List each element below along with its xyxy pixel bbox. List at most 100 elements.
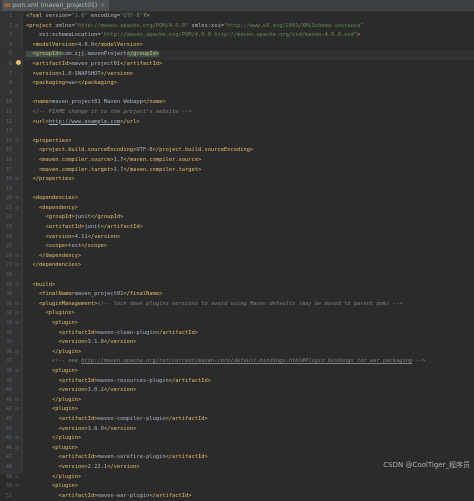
tab-pom-xml[interactable]: mpom.xml (maven_project01)× — [2, 0, 109, 11]
code-line[interactable]: 40 <version>3.0.2</version> — [0, 386, 474, 396]
watermark: CSDN @CoolTiger_程序员 — [383, 460, 470, 470]
code-token: </properties> — [26, 176, 75, 182]
code-text: <version>4.11</version> — [26, 233, 120, 243]
fold-marker-icon[interactable]: ⊟ — [14, 194, 20, 204]
line-number: 26 — [0, 252, 12, 262]
code-text: <maven.compiler.source>1.7</maven.compil… — [26, 156, 201, 166]
code-editor[interactable]: 1<?xml version="1.0" encoding="UTF-8"?>2… — [0, 12, 474, 501]
code-line[interactable]: 2⊟<project xmlns="http://maven.apache.or… — [0, 22, 474, 32]
code-line[interactable]: 1<?xml version="1.0" encoding="UTF-8"?> — [0, 12, 474, 22]
code-line[interactable]: 15 <project.build.sourceEncoding>UTF-8</… — [0, 146, 474, 156]
fold-marker-icon[interactable]: ⊟ — [14, 348, 20, 358]
fold-marker-icon[interactable]: ⊟ — [14, 204, 20, 214]
code-token: maven-war-plugin — [97, 493, 149, 499]
code-line[interactable]: 45⊟ </plugin> — [0, 434, 474, 444]
fold-marker-icon[interactable]: ⊟ — [14, 367, 20, 377]
code-token: 4.0.0 — [78, 42, 94, 48]
code-token: </plugin> — [26, 349, 81, 355]
code-token: <artifactId> — [26, 454, 97, 460]
code-line[interactable]: 33⊟ <plugin> — [0, 319, 474, 329]
code-line[interactable]: 25 <scope>test</scope> — [0, 242, 474, 252]
fold-marker-icon[interactable]: ⊟ — [14, 396, 20, 406]
fold-marker-icon[interactable]: ⊟ — [14, 261, 20, 271]
code-line[interactable]: 30 <finalName>maven_project01</finalName… — [0, 290, 474, 300]
fold-marker-icon[interactable]: ⊟ — [14, 175, 20, 185]
code-line[interactable]: 14⊟ <properties> — [0, 137, 474, 147]
code-line[interactable]: 6 <artifactId>maven_project01</artifactI… — [0, 60, 474, 70]
code-token: <artifactId> — [26, 224, 84, 230]
fold-marker-icon[interactable]: ⊟ — [14, 22, 20, 32]
code-line[interactable]: 34 <artifactId>maven-clean-plugin</artif… — [0, 329, 474, 339]
code-line[interactable]: 39 <artifactId>maven-resources-plugin</a… — [0, 377, 474, 387]
line-number: 10 — [0, 98, 12, 108]
maven-file-icon: m — [4, 2, 10, 9]
code-line[interactable]: 32⊟ <plugins> — [0, 309, 474, 319]
code-line[interactable]: 37 <!-- see http://maven.apache.org/ref/… — [0, 357, 474, 367]
code-text: <scope>test</scope> — [26, 242, 107, 252]
code-line[interactable]: 31⊟ <pluginManagement><!-- lock down plu… — [0, 300, 474, 310]
code-token: <plugins> — [26, 310, 75, 316]
code-token: > — [357, 32, 360, 38]
fold-marker-icon[interactable]: ⊟ — [14, 482, 20, 492]
code-line[interactable]: 8 <packaging>war</packaging> — [0, 79, 474, 89]
code-line[interactable]: 22 <groupId>junit</groupId> — [0, 213, 474, 223]
code-line[interactable]: 13 — [0, 127, 474, 137]
code-token: </project.build.sourceEncoding> — [153, 147, 254, 153]
code-token: </maven.compiler.source> — [123, 157, 201, 163]
code-line[interactable]: 12 <url>http://www.example.com</url> — [0, 118, 474, 128]
code-line[interactable]: 51 <artifactId>maven-war-plugin</artifac… — [0, 492, 474, 501]
code-line[interactable]: 9 — [0, 89, 474, 99]
fold-marker-icon[interactable]: ⊟ — [14, 281, 20, 291]
line-number: 41 — [0, 396, 12, 406]
code-line[interactable]: 24 <version>4.11</version> — [0, 233, 474, 243]
code-token: <plugin> — [26, 320, 78, 326]
code-line[interactable]: 35 <version>3.1.0</version> — [0, 338, 474, 348]
code-token: maven-clean-plugin — [97, 330, 155, 336]
code-token: <groupId> — [26, 214, 75, 220]
code-line[interactable]: 18⊟ </properties> — [0, 175, 474, 185]
code-line[interactable]: 41⊟ </plugin> — [0, 396, 474, 406]
code-token: UTF-8 — [136, 147, 152, 153]
code-line[interactable]: 50⊟ <plugin> — [0, 482, 474, 492]
code-text: <properties> — [26, 137, 71, 147]
code-line[interactable]: 28 — [0, 271, 474, 281]
code-line[interactable]: 26⊟ </dependency> — [0, 252, 474, 262]
code-line[interactable]: 16 <maven.compiler.source>1.7</maven.com… — [0, 156, 474, 166]
fold-marker-icon[interactable]: ⊟ — [14, 252, 20, 262]
code-line[interactable]: 7 <version>1.0-SNAPSHOT</version> — [0, 70, 474, 80]
code-line[interactable]: 36⊟ </plugin> — [0, 348, 474, 358]
code-text: <project.build.sourceEncoding>UTF-8</pro… — [26, 146, 253, 156]
code-line[interactable]: 23 <artifactId>junit</artifactId> — [0, 223, 474, 233]
code-line[interactable]: 43 <artifactId>maven-compiler-plugin</ar… — [0, 415, 474, 425]
code-line[interactable]: 20⊟ <dependencies> — [0, 194, 474, 204]
code-token: </version> — [107, 464, 139, 470]
close-icon[interactable]: × — [100, 2, 105, 9]
code-line[interactable]: 17 <maven.compiler.target>1.7</maven.com… — [0, 166, 474, 176]
fold-marker-icon[interactable]: ⊟ — [14, 444, 20, 454]
fold-marker-icon[interactable]: ⊟ — [14, 319, 20, 329]
code-line[interactable]: 29⊟ <build> — [0, 281, 474, 291]
code-line[interactable]: 5 <groupId>com.zjj.mavenProject</groupId… — [0, 50, 474, 60]
code-line[interactable]: 3 xsi:schemaLocation="http://maven.apach… — [0, 31, 474, 41]
code-line[interactable]: 19 — [0, 185, 474, 195]
code-line[interactable]: 42⊟ <plugin> — [0, 405, 474, 415]
code-line[interactable]: 11 <!-- FIXME change it to the project's… — [0, 108, 474, 118]
code-text: <version>3.0.2</version> — [26, 386, 136, 396]
code-line[interactable]: 10 <name>maven_project01 Maven Webapp</n… — [0, 98, 474, 108]
fold-marker-icon[interactable]: ⊟ — [14, 137, 20, 147]
code-line[interactable]: 38⊟ <plugin> — [0, 367, 474, 377]
fold-marker-icon[interactable]: ⊟ — [14, 300, 20, 310]
code-line[interactable]: 46⊟ <plugin> — [0, 444, 474, 454]
code-line[interactable]: 4 <modelVersion>4.0.0</modelVersion> — [0, 41, 474, 51]
code-line[interactable]: 27⊟ </dependencies> — [0, 261, 474, 271]
code-line[interactable]: 21⊟ <dependency> — [0, 204, 474, 214]
code-token: "http://maven.apache.org/POM/4.0.0 http:… — [101, 32, 357, 38]
code-token: <properties> — [26, 138, 71, 144]
code-token: <version> — [26, 464, 88, 470]
code-line[interactable]: 44 <version>3.8.0</version> — [0, 425, 474, 435]
code-token: <artifactId> — [26, 61, 71, 67]
fold-marker-icon[interactable]: ⊟ — [14, 405, 20, 415]
fold-marker-icon[interactable]: ⊟ — [14, 434, 20, 444]
fold-marker-icon[interactable]: ⊟ — [14, 309, 20, 319]
code-token: <dependencies> — [26, 195, 78, 201]
